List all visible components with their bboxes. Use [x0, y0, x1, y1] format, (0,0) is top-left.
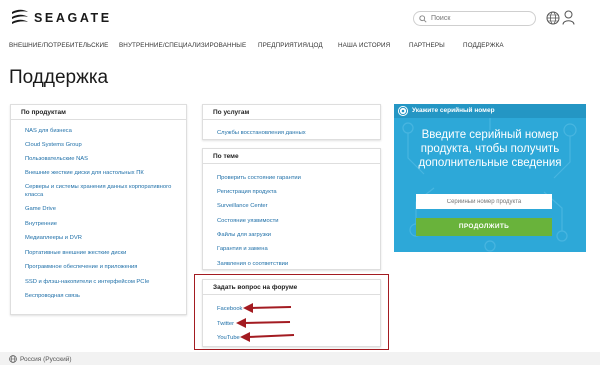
topics-panel: По теме Проверить состояние гарантии Рег… [202, 148, 381, 270]
topic-link-warranty-status[interactable]: Проверить состояние гарантии [217, 174, 301, 182]
topic-link-compliance[interactable]: Заявления о соответствии [217, 260, 288, 268]
product-link-game-drive[interactable]: Game Drive [25, 205, 56, 213]
nav-item-enterprise[interactable]: ПРЕДПРИЯТИЯ/ЦОД [258, 42, 323, 49]
products-panel-title: По продуктам [11, 105, 186, 120]
footer-bar [0, 352, 600, 365]
product-link-nas-business[interactable]: NAS для бизнеса [25, 127, 72, 135]
product-link-enterprise-storage[interactable]: Серверы и системы хранения данных корпор… [25, 183, 171, 191]
red-arrow-youtube [240, 332, 295, 342]
red-arrow-facebook [243, 303, 292, 313]
main-nav: ВНЕШНИЕ/ПОТРЕБИТЕЛЬСКИЕ ВНУТРЕННИЕ/СПЕЦИ… [0, 40, 600, 54]
serial-panel-header: Укажите серийный номер [394, 104, 586, 118]
product-link-portable-drives[interactable]: Портативные внешние жесткие диски [25, 249, 126, 257]
product-link-enterprise-storage-cont[interactable]: класса [25, 191, 43, 199]
topic-link-surveillance-center[interactable]: Surveillance Center [217, 202, 268, 210]
service-link-data-recovery[interactable]: Службы восстановления данных [217, 129, 306, 137]
topics-panel-title: По теме [203, 149, 380, 164]
continue-button[interactable]: ПРОДОЛЖИТЬ [416, 218, 552, 236]
nav-item-internal[interactable]: ВНУТРЕННИЕ/СПЕЦИАЛИЗИРОВАННЫЕ [119, 42, 246, 49]
user-icon[interactable] [562, 10, 575, 25]
globe-icon[interactable] [546, 11, 560, 25]
search-icon [419, 14, 427, 23]
product-link-ssd-pcie[interactable]: SSD и флэш-накопители с интерфейсом PCIe [25, 278, 149, 286]
brand-name: SEAGATE [34, 11, 112, 25]
product-link-media-players[interactable]: Медиаплееры и DVR [25, 234, 82, 242]
product-link-cloud-systems[interactable]: Cloud Systems Group [25, 141, 82, 149]
serial-prompt-line1: Введите серийный номер [421, 129, 559, 141]
page-title: Поддержка [9, 67, 109, 88]
product-link-desktop-drives[interactable]: Внешние жесткие диски для настольных ПК [25, 169, 144, 177]
globe-small-icon [9, 355, 17, 363]
serial-prompt-line3: дополнительные сведения [418, 157, 562, 169]
search-box[interactable] [413, 11, 536, 26]
product-link-internal[interactable]: Внутренние [25, 220, 57, 228]
search-input[interactable] [431, 15, 531, 22]
product-link-software[interactable]: Программное обеспечение и приложения [25, 263, 137, 271]
products-panel: По продуктам NAS для бизнеса Cloud Syste… [10, 104, 187, 315]
product-link-wireless[interactable]: Беспроводная связь [25, 292, 80, 300]
seagate-logo[interactable]: SEAGATE [9, 8, 112, 28]
serial-panel-title: Укажите серийный номер [412, 107, 495, 114]
topic-link-warranty-replacement[interactable]: Гарантия и замена [217, 245, 268, 253]
services-panel: По услугам Службы восстановления данных [202, 104, 381, 140]
seagate-logo-icon [12, 9, 28, 24]
nav-item-support[interactable]: ПОДДЕРЖКА [463, 42, 504, 49]
red-arrow-twitter [236, 318, 291, 328]
topic-link-vulnerability[interactable]: Состояние уязвимости [217, 217, 278, 225]
nav-item-history[interactable]: НАША ИСТОРИЯ [338, 42, 390, 49]
serial-number-input[interactable] [416, 194, 552, 209]
nav-item-partners[interactable]: ПАРТНЕРЫ [409, 42, 445, 49]
site-header: SEAGATE [0, 0, 600, 38]
services-panel-title: По услугам [203, 105, 380, 120]
help-icon [398, 106, 408, 116]
topic-link-product-registration[interactable]: Регистрация продукта [217, 188, 277, 196]
locale-selector[interactable]: Россия (Русский) [20, 356, 72, 363]
topic-link-downloads[interactable]: Файлы для загрузки [217, 231, 271, 239]
nav-item-consumer[interactable]: ВНЕШНИЕ/ПОТРЕБИТЕЛЬСКИЕ [9, 42, 108, 49]
serial-prompt-line2: продукта, чтобы получить [420, 143, 560, 155]
product-link-user-nas[interactable]: Пользовательские NAS [25, 155, 88, 163]
